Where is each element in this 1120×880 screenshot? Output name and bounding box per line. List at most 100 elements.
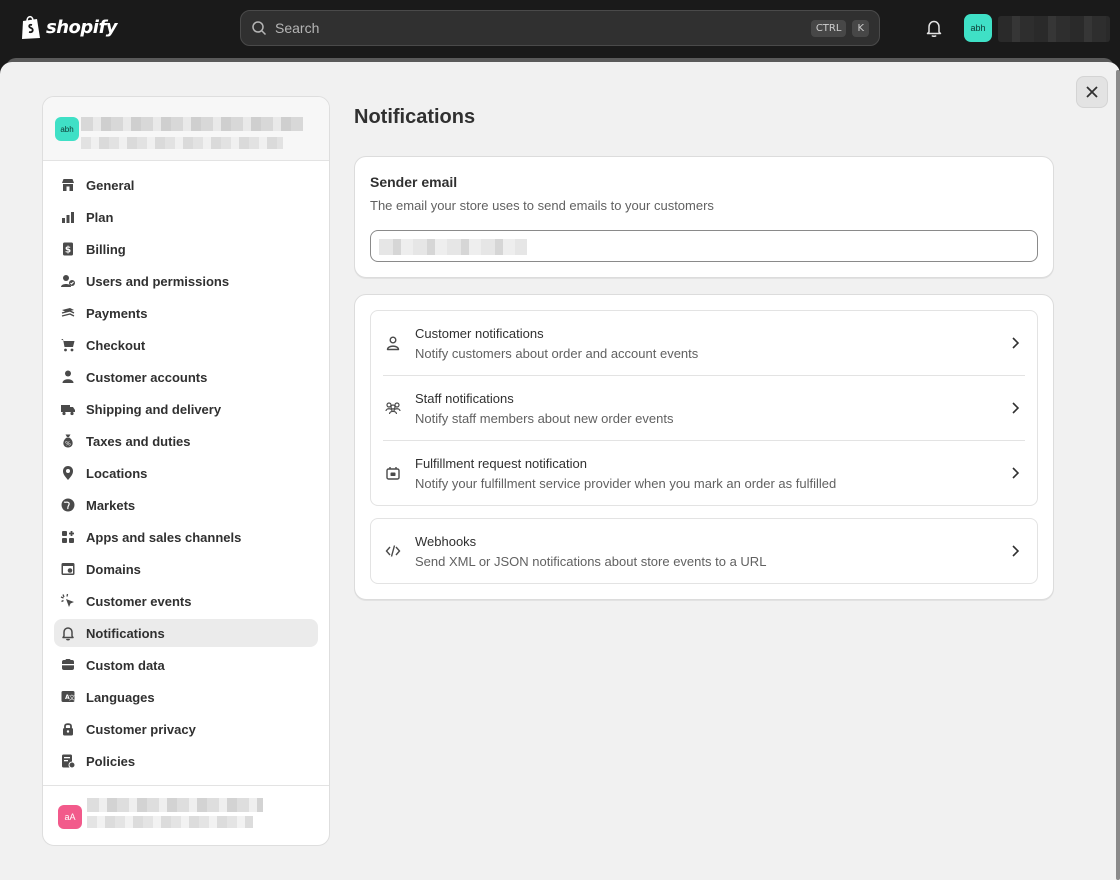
webhooks-row[interactable]: Webhooks Send XML or JSON notifications … (371, 519, 1037, 584)
lock-icon (60, 721, 76, 737)
policy-icon (60, 753, 76, 769)
billing-icon: $ (60, 241, 76, 257)
language-icon: A文 (60, 689, 76, 705)
sidebar-item-label: Apps and sales channels (86, 529, 242, 545)
webhooks-group: Webhooks Send XML or JSON notifications … (370, 518, 1038, 584)
sidebar-item-payments[interactable]: Payments (54, 299, 318, 327)
tax-icon: % (60, 433, 76, 449)
sidebar-item-label: Payments (86, 305, 148, 321)
team-icon (385, 402, 401, 415)
users-icon (60, 273, 76, 289)
sidebar-item-label: Policies (86, 753, 136, 769)
row-description: Notify customers about order and account… (415, 346, 699, 361)
sidebar-item-label: Languages (86, 689, 155, 705)
shortcut-key-k: K (852, 19, 869, 37)
svg-text:文: 文 (69, 694, 75, 702)
notification-group: Customer notifications Notify customers … (370, 310, 1038, 506)
store-switcher[interactable]: abh (43, 97, 329, 161)
sidebar-item-markets[interactable]: Markets (54, 491, 318, 519)
search-bar[interactable]: Search CTRL K (240, 10, 880, 46)
sidebar-item-label: Locations (86, 465, 148, 481)
chevron-right-icon (1012, 337, 1020, 349)
store-name-blurred (81, 117, 303, 131)
customer-notifications-row[interactable]: Customer notifications Notify customers … (371, 311, 1037, 376)
notifications-bell-icon[interactable] (924, 18, 944, 38)
sidebar-item-label: Markets (86, 497, 136, 513)
sidebar-item-customer-accounts[interactable]: Customer accounts (54, 363, 318, 391)
person-outline-icon (386, 336, 400, 351)
payments-icon (60, 305, 76, 321)
top-bar: shopify Search CTRL K abh (0, 0, 1120, 56)
store-name-blurred[interactable] (998, 16, 1110, 42)
brand-name: shopify (46, 16, 118, 38)
settings-sidebar: abh General Plan $ Billing Users and per… (42, 96, 330, 846)
sidebar-item-general[interactable]: General (54, 171, 318, 199)
apps-icon (60, 529, 76, 545)
code-icon (385, 545, 401, 557)
notification-types-card: Customer notifications Notify customers … (354, 294, 1054, 600)
row-title: Customer notifications (415, 326, 544, 341)
cart-icon (60, 337, 76, 353)
sidebar-item-languages[interactable]: A文 Languages (54, 683, 318, 711)
sidebar-item-label: Shipping and delivery (86, 401, 222, 417)
staff-notifications-row[interactable]: Staff notifications Notify staff members… (371, 376, 1037, 441)
chevron-right-icon (1012, 467, 1020, 479)
page-title: Notifications (354, 106, 476, 128)
user-avatar[interactable]: abh (964, 14, 992, 42)
sidebar-item-label: Checkout (86, 337, 146, 353)
row-description: Notify your fulfillment service provider… (415, 476, 837, 491)
row-title: Webhooks (415, 534, 477, 549)
sidebar-item-locations[interactable]: Locations (54, 459, 318, 487)
sidebar-item-plan[interactable]: Plan (54, 203, 318, 231)
search-placeholder: Search (275, 20, 320, 36)
account-footer[interactable]: aA (43, 785, 329, 845)
sidebar-item-domains[interactable]: Domains (54, 555, 318, 583)
cursor-icon (60, 593, 76, 609)
account-email-blurred (87, 816, 253, 828)
database-icon (60, 657, 76, 673)
scrollbar[interactable] (1116, 70, 1120, 880)
row-description: Send XML or JSON notifications about sto… (415, 554, 767, 569)
shopify-bag-icon (22, 15, 40, 39)
sidebar-item-label: Custom data (86, 657, 165, 673)
sidebar-item-apps[interactable]: Apps and sales channels (54, 523, 318, 551)
sender-email-field[interactable] (370, 230, 1038, 262)
sidebar-item-custom-data[interactable]: Custom data (54, 651, 318, 679)
sidebar-item-checkout[interactable]: Checkout (54, 331, 318, 359)
email-value-blurred (379, 239, 527, 255)
bell-icon (60, 625, 76, 641)
store-icon (60, 177, 76, 193)
globe-icon (60, 497, 76, 513)
sidebar-item-customer-events[interactable]: Customer events (54, 587, 318, 615)
store-avatar: abh (55, 117, 79, 141)
shopify-logo[interactable]: shopify (20, 14, 118, 40)
search-icon (252, 21, 267, 36)
sidebar-item-users[interactable]: Users and permissions (54, 267, 318, 295)
sidebar-item-label: Domains (86, 561, 141, 577)
sidebar-item-label: Customer accounts (86, 369, 208, 385)
plan-icon (60, 209, 76, 225)
chevron-right-icon (1012, 402, 1020, 414)
row-title: Staff notifications (415, 391, 514, 406)
sidebar-item-shipping[interactable]: Shipping and delivery (54, 395, 318, 423)
sidebar-item-label: Users and permissions (86, 273, 230, 289)
sidebar-item-policies[interactable]: Policies (54, 747, 318, 775)
account-avatar: aA (58, 805, 82, 829)
shortcut-key-ctrl: CTRL (810, 19, 847, 37)
sender-email-card: Sender email The email your store uses t… (354, 156, 1054, 278)
sidebar-item-label: Taxes and duties (86, 433, 191, 449)
settings-nav: General Plan $ Billing Users and permiss… (43, 161, 329, 789)
fulfillment-icon (386, 467, 400, 480)
fulfillment-request-row[interactable]: Fulfillment request notification Notify … (371, 441, 1037, 506)
sender-email-description: The email your store uses to send emails… (370, 198, 714, 213)
close-button[interactable] (1076, 76, 1108, 108)
row-description: Notify staff members about new order eve… (415, 411, 674, 426)
svg-text:%: % (65, 441, 71, 448)
truck-icon (60, 401, 76, 417)
sidebar-item-taxes[interactable]: % Taxes and duties (54, 427, 318, 455)
sidebar-item-label: General (86, 177, 135, 193)
sidebar-item-customer-privacy[interactable]: Customer privacy (54, 715, 318, 743)
sidebar-item-notifications[interactable]: Notifications (54, 619, 318, 647)
sidebar-item-billing[interactable]: $ Billing (54, 235, 318, 263)
svg-text:$: $ (65, 246, 71, 256)
